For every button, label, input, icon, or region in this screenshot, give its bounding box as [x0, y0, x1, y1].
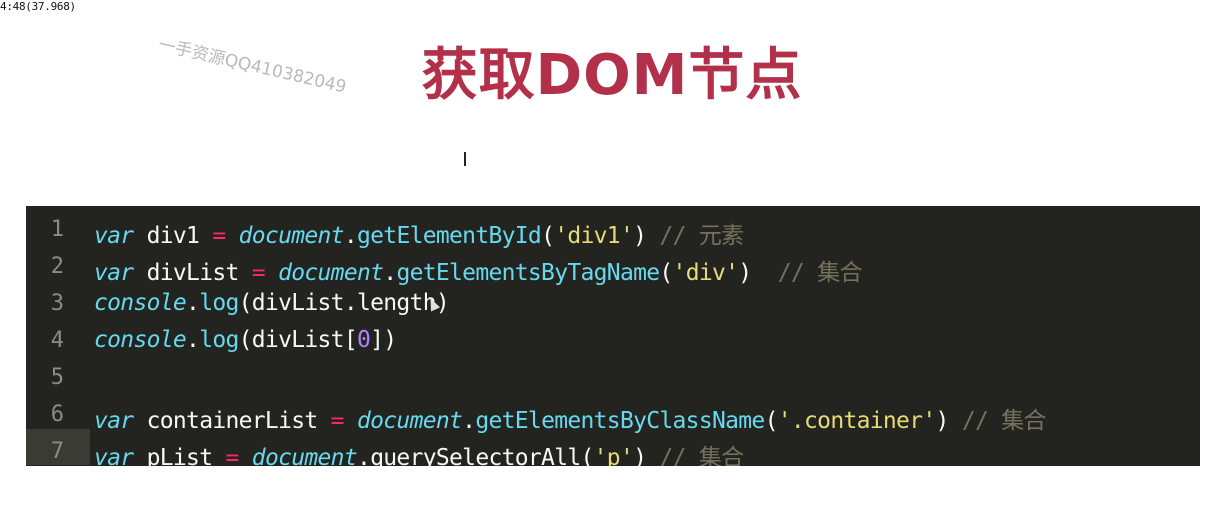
- code-token: pList: [133, 445, 226, 466]
- code-token: =: [212, 223, 226, 249]
- code-token: 'div': [672, 260, 739, 286]
- code-token: getElementsByTagName: [396, 260, 660, 286]
- code-line[interactable]: 3 console.log(divList.length): [26, 284, 1200, 321]
- code-token: var: [94, 223, 134, 249]
- code-token: // 集合: [659, 445, 744, 466]
- line-number: 4: [50, 328, 64, 353]
- code-token: console: [94, 327, 187, 353]
- code-token: log: [199, 290, 239, 316]
- code-token: ): [935, 408, 962, 434]
- code-token: (divList[: [238, 327, 358, 353]
- code-text: var divList = document.getElementsByTagN…: [94, 253, 862, 287]
- code-token: (divList.length): [238, 290, 450, 316]
- code-token: // 元素: [659, 223, 744, 249]
- line-number: 5: [50, 365, 64, 390]
- line-number: 2: [50, 254, 64, 279]
- code-token: (: [541, 223, 555, 249]
- code-editor[interactable]: 1 var div1 = document.getElementById('div…: [26, 206, 1200, 466]
- code-token: (: [764, 408, 779, 434]
- code-token: (: [659, 260, 673, 286]
- line-number: 1: [50, 217, 64, 242]
- code-line[interactable]: 1 var div1 = document.getElementById('div…: [26, 210, 1200, 250]
- code-token: console: [94, 290, 187, 316]
- code-token: log: [199, 327, 239, 353]
- code-lines: 1 var div1 = document.getElementById('div…: [26, 210, 1200, 466]
- code-token: (: [580, 445, 595, 466]
- code-token: document: [251, 445, 358, 466]
- code-token: document: [356, 408, 463, 434]
- code-token: var: [94, 408, 134, 434]
- line-number: 3: [50, 291, 64, 316]
- code-token: =: [225, 445, 239, 466]
- code-text: var containerList = document.getElements…: [94, 401, 1047, 435]
- code-token: var: [94, 445, 134, 466]
- code-token: document: [238, 223, 345, 249]
- code-token: .: [356, 445, 371, 466]
- code-token: 'div1': [554, 223, 634, 249]
- code-token: // 集合: [961, 408, 1047, 434]
- code-line[interactable]: 6 var containerList = document.getElement…: [26, 395, 1200, 435]
- code-line[interactable]: 2 var divList = document.getElementsByTag…: [26, 247, 1200, 287]
- code-token: containerList: [133, 408, 331, 434]
- code-token: div1: [133, 223, 213, 249]
- code-token: document: [278, 260, 384, 286]
- line-number: 7: [50, 439, 64, 464]
- code-token: // 集合: [777, 260, 863, 286]
- code-token: .: [186, 290, 200, 316]
- code-text: var pList = document.querySelectorAll('p…: [94, 438, 744, 466]
- code-token: 'p': [593, 445, 634, 466]
- code-token: getElementById: [357, 223, 542, 249]
- slide-title: 获取DOM节点: [421, 43, 803, 108]
- code-token: getElementsByClassName: [475, 408, 765, 434]
- code-token: ): [633, 445, 660, 466]
- text-cursor: [464, 152, 466, 166]
- code-line[interactable]: 7 var pList = document.querySelectorAll('…: [26, 432, 1200, 466]
- code-token: ): [633, 223, 660, 249]
- code-token: querySelectorAll: [370, 445, 581, 466]
- code-token: =: [330, 408, 345, 434]
- code-token: .: [383, 260, 397, 286]
- code-token: .: [186, 327, 200, 353]
- code-text: var div1 = document.getElementById('div1…: [94, 216, 744, 250]
- code-token: ]): [370, 327, 397, 353]
- code-token: .: [343, 223, 358, 249]
- code-token: =: [251, 260, 266, 286]
- code-token: .: [462, 408, 476, 434]
- code-token: ): [738, 260, 778, 286]
- code-line[interactable]: 4 console.log(divList[0]): [26, 321, 1200, 358]
- code-line[interactable]: 5: [26, 358, 1200, 395]
- code-text: console.log(divList[0]): [94, 327, 397, 353]
- code-token: '.container': [777, 408, 936, 434]
- code-token: var: [94, 260, 134, 286]
- timecode: 4:48(37.968): [0, 0, 76, 13]
- code-token: 0: [356, 327, 371, 353]
- code-text: console.log(divList.length): [94, 290, 450, 316]
- code-token: divList: [133, 260, 252, 286]
- line-number: 6: [50, 402, 64, 427]
